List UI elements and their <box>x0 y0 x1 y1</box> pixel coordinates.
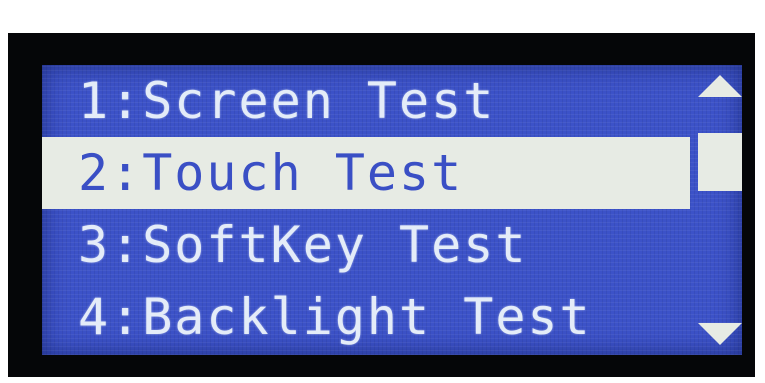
device-bezel: 1:Screen Test 2:Touch Test 3:SoftKey Tes… <box>8 33 755 377</box>
menu-item-softkey-test[interactable]: 3:SoftKey Test <box>42 209 690 281</box>
menu-item-screen-test[interactable]: 1:Screen Test <box>42 65 690 137</box>
scrollbar[interactable] <box>690 65 742 355</box>
arrow-down-icon[interactable] <box>698 323 742 345</box>
arrow-up-icon[interactable] <box>698 75 742 97</box>
menu-item-touch-test[interactable]: 2:Touch Test <box>42 137 690 209</box>
lcd-screen: 1:Screen Test 2:Touch Test 3:SoftKey Tes… <box>42 65 742 355</box>
menu-item-backlight-test[interactable]: 4:Backlight Test <box>42 281 690 353</box>
scroll-thumb[interactable] <box>698 133 742 191</box>
